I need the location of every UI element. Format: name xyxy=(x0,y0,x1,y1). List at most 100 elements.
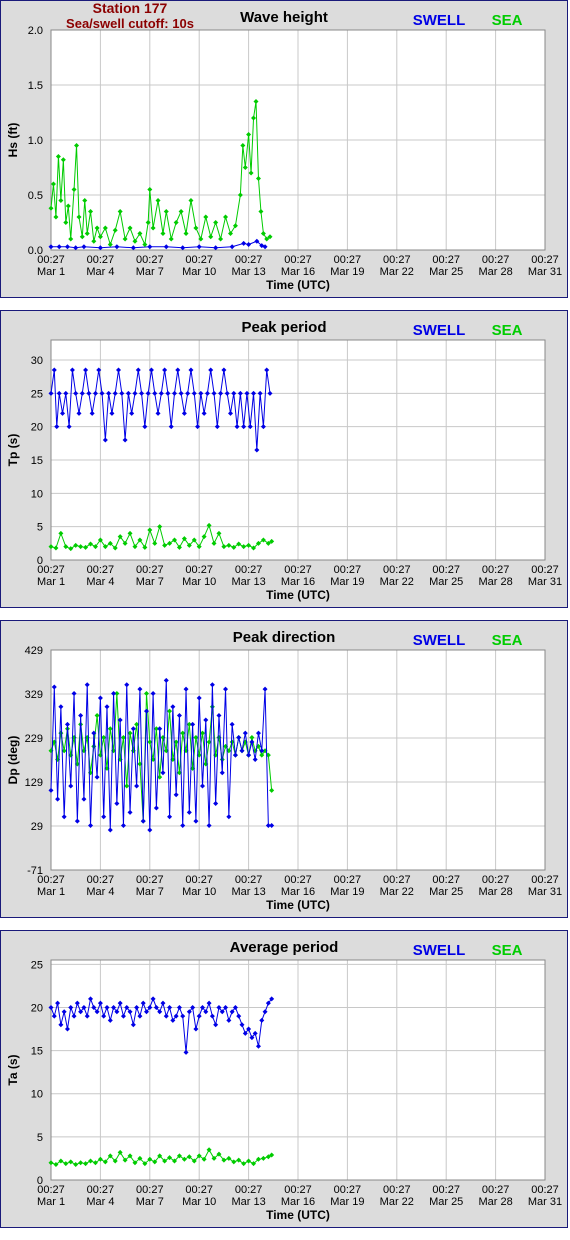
x-tick-date: Mar 10 xyxy=(182,886,216,898)
y-axis-label: Dp (deg) xyxy=(6,736,20,785)
legend-swell: SWELL xyxy=(413,322,466,339)
x-tick-time: 00:27 xyxy=(531,564,559,576)
y-tick-label: 2.0 xyxy=(28,25,43,37)
x-tick-date: Mar 28 xyxy=(478,1196,512,1208)
x-tick-time: 00:27 xyxy=(87,564,115,576)
x-tick-time: 00:27 xyxy=(235,564,263,576)
y-tick-label: 20 xyxy=(31,1002,43,1014)
x-tick-time: 00:27 xyxy=(432,254,460,266)
x-tick-time: 00:27 xyxy=(136,1184,164,1196)
x-tick-date: Mar 1 xyxy=(37,576,65,588)
x-tick-time: 00:27 xyxy=(383,874,411,886)
x-tick-time: 00:27 xyxy=(482,564,510,576)
x-tick-date: Mar 13 xyxy=(231,266,265,278)
x-tick-date: Mar 4 xyxy=(86,576,114,588)
x-tick-time: 00:27 xyxy=(383,254,411,266)
x-tick-time: 00:27 xyxy=(185,564,213,576)
cutoff-label: Sea/swell cutoff: 10s xyxy=(66,16,194,31)
y-tick-label: 15 xyxy=(31,1046,43,1058)
x-tick-date: Mar 31 xyxy=(528,266,562,278)
x-axis-label: Time (UTC) xyxy=(266,588,330,602)
x-tick-time: 00:27 xyxy=(334,254,362,266)
x-tick-time: 00:27 xyxy=(87,874,115,886)
average-period-chart: 051015202500:27Mar 100:27Mar 400:27Mar 7… xyxy=(6,939,562,1222)
x-tick-time: 00:27 xyxy=(284,564,312,576)
x-tick-time: 00:27 xyxy=(334,564,362,576)
y-tick-label: 0.5 xyxy=(28,190,43,202)
x-tick-time: 00:27 xyxy=(383,1184,411,1196)
legend-swell: SWELL xyxy=(413,12,466,29)
x-tick-date: Mar 19 xyxy=(330,1196,364,1208)
x-tick-date: Mar 4 xyxy=(86,886,114,898)
x-tick-time: 00:27 xyxy=(334,874,362,886)
x-tick-time: 00:27 xyxy=(37,874,65,886)
x-tick-time: 00:27 xyxy=(531,254,559,266)
y-tick-label: 25 xyxy=(31,959,43,971)
x-tick-time: 00:27 xyxy=(37,564,65,576)
peak-period-chart: 05101520253000:27Mar 100:27Mar 400:27Mar… xyxy=(6,319,562,602)
y-tick-label: 1.0 xyxy=(28,135,43,147)
x-tick-time: 00:27 xyxy=(482,254,510,266)
x-tick-date: Mar 25 xyxy=(429,576,463,588)
legend-swell: SWELL xyxy=(413,942,466,959)
x-tick-time: 00:27 xyxy=(185,254,213,266)
x-tick-date: Mar 7 xyxy=(136,886,164,898)
legend-sea: SEA xyxy=(492,322,523,339)
x-tick-time: 00:27 xyxy=(185,874,213,886)
x-tick-time: 00:27 xyxy=(136,254,164,266)
x-tick-date: Mar 28 xyxy=(478,576,512,588)
average-period-panel: 0 5 10 15 20 25 00:27 Mar 1 00:27 Mar 4 00:27 Mar 7… xyxy=(0,930,568,1228)
x-tick-date: Mar 1 xyxy=(37,1196,65,1208)
x-tick-time: 00:27 xyxy=(136,564,164,576)
y-axis-label: Ta (s) xyxy=(6,1054,20,1085)
x-tick-time: 00:27 xyxy=(482,874,510,886)
station-name: Station 177 xyxy=(92,0,168,16)
x-tick-date: Mar 19 xyxy=(330,266,364,278)
x-tick-date: Mar 22 xyxy=(380,576,414,588)
x-tick-date: Mar 10 xyxy=(182,576,216,588)
x-tick-date: Mar 13 xyxy=(231,576,265,588)
x-tick-date: Mar 22 xyxy=(380,1196,414,1208)
y-tick-label: 1.5 xyxy=(28,80,43,92)
x-tick-date: Mar 7 xyxy=(136,266,164,278)
x-tick-time: 00:27 xyxy=(185,1184,213,1196)
x-tick-time: 00:27 xyxy=(432,874,460,886)
x-tick-date: Mar 7 xyxy=(136,576,164,588)
y-tick-label: 229 xyxy=(25,733,43,745)
y-tick-label: 25 xyxy=(31,388,43,400)
x-axis-label: Time (UTC) xyxy=(266,1208,330,1222)
wave-height-panel: 0.0 0.5 1.0 1.5 2.0 00:27 Mar 1 00:27 Mar 4 00:27… xyxy=(0,0,568,298)
x-tick-date: Mar 4 xyxy=(86,266,114,278)
x-tick-date: Mar 28 xyxy=(478,886,512,898)
x-tick-date: Mar 31 xyxy=(528,1196,562,1208)
x-tick-date: Mar 31 xyxy=(528,576,562,588)
x-tick-time: 00:27 xyxy=(37,254,65,266)
y-tick-label: 30 xyxy=(31,355,43,367)
y-tick-label: 29 xyxy=(31,821,43,833)
y-tick-label: 10 xyxy=(31,1089,43,1101)
x-tick-date: Mar 13 xyxy=(231,886,265,898)
x-axis-label: Time (UTC) xyxy=(266,278,330,292)
x-tick-time: 00:27 xyxy=(383,564,411,576)
x-tick-time: 00:27 xyxy=(87,1184,115,1196)
chart-title: Peak period xyxy=(241,319,326,336)
y-axis-label: Tp (s) xyxy=(6,434,20,467)
legend-sea: SEA xyxy=(492,12,523,29)
x-tick-time: 00:27 xyxy=(531,1184,559,1196)
x-tick-date: Mar 19 xyxy=(330,576,364,588)
x-tick-date: Mar 1 xyxy=(37,266,65,278)
x-tick-date: Mar 22 xyxy=(380,886,414,898)
wave-height-chart: 0.00.51.01.52.000:27Mar 100:27Mar 400:27… xyxy=(6,9,562,292)
x-tick-date: Mar 1 xyxy=(37,886,65,898)
legend-sea: SEA xyxy=(492,942,523,959)
x-tick-time: 00:27 xyxy=(432,1184,460,1196)
x-tick-date: Mar 25 xyxy=(429,886,463,898)
x-tick-time: 00:27 xyxy=(334,1184,362,1196)
x-tick-time: 00:27 xyxy=(482,1184,510,1196)
x-tick-date: Mar 4 xyxy=(86,1196,114,1208)
chart-title: Wave height xyxy=(240,9,328,26)
x-tick-time: 00:27 xyxy=(235,874,263,886)
x-tick-time: 00:27 xyxy=(531,874,559,886)
y-axis-label: Hs (ft) xyxy=(6,123,20,158)
peak-direction-chart: -712912922932942900:27Mar 100:27Mar 400:… xyxy=(6,629,562,912)
